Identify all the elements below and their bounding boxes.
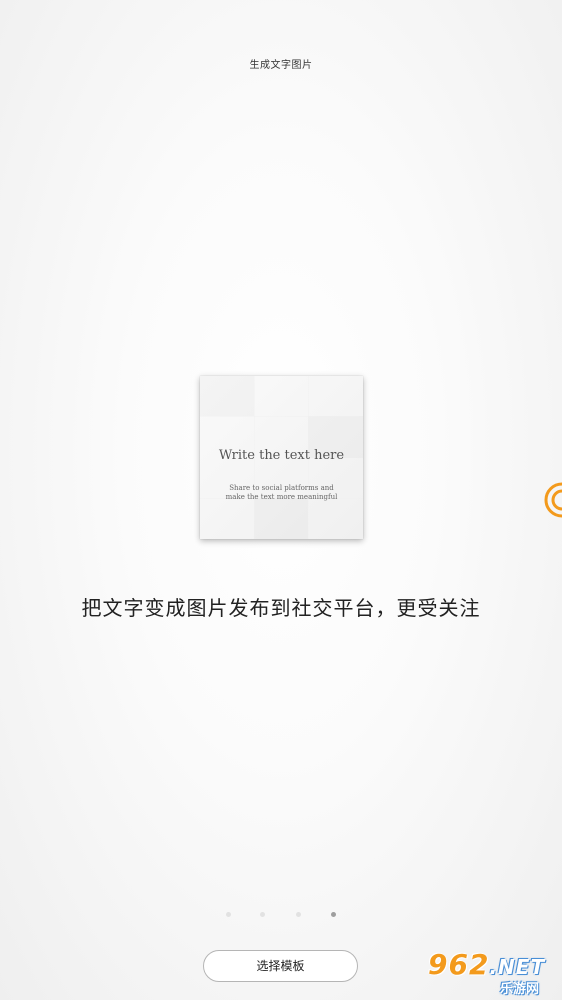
page-indicator [0, 912, 562, 918]
paper-fold-shade [200, 376, 254, 416]
preview-subtitle-line1: Share to social platforms and [229, 484, 334, 492]
tagline: 把文字变成图片发布到社交平台，更受关注 [81, 596, 481, 620]
paper-fold-line [200, 416, 363, 417]
page-dot-active[interactable] [331, 912, 336, 917]
watermark-main: 962.NET [428, 948, 546, 981]
preview-heading: Write the text here [218, 448, 345, 463]
watermark-sub: 乐游网 [500, 982, 540, 997]
page-dot[interactable] [226, 912, 231, 917]
preview-subtitle-line2: make the text more meaningful [225, 493, 338, 501]
page-dot[interactable] [260, 912, 265, 917]
floating-swirl-icon[interactable] [540, 480, 562, 520]
page-dot[interactable] [296, 912, 301, 917]
paper-fold-shade [254, 498, 308, 539]
template-preview-card: Write the text here Share to social plat… [200, 376, 363, 539]
choose-template-button[interactable]: 选择模板 [203, 950, 358, 982]
page-title: 生成文字图片 [249, 60, 313, 71]
watermark-logo: 962.NET 乐游网 [420, 946, 560, 998]
